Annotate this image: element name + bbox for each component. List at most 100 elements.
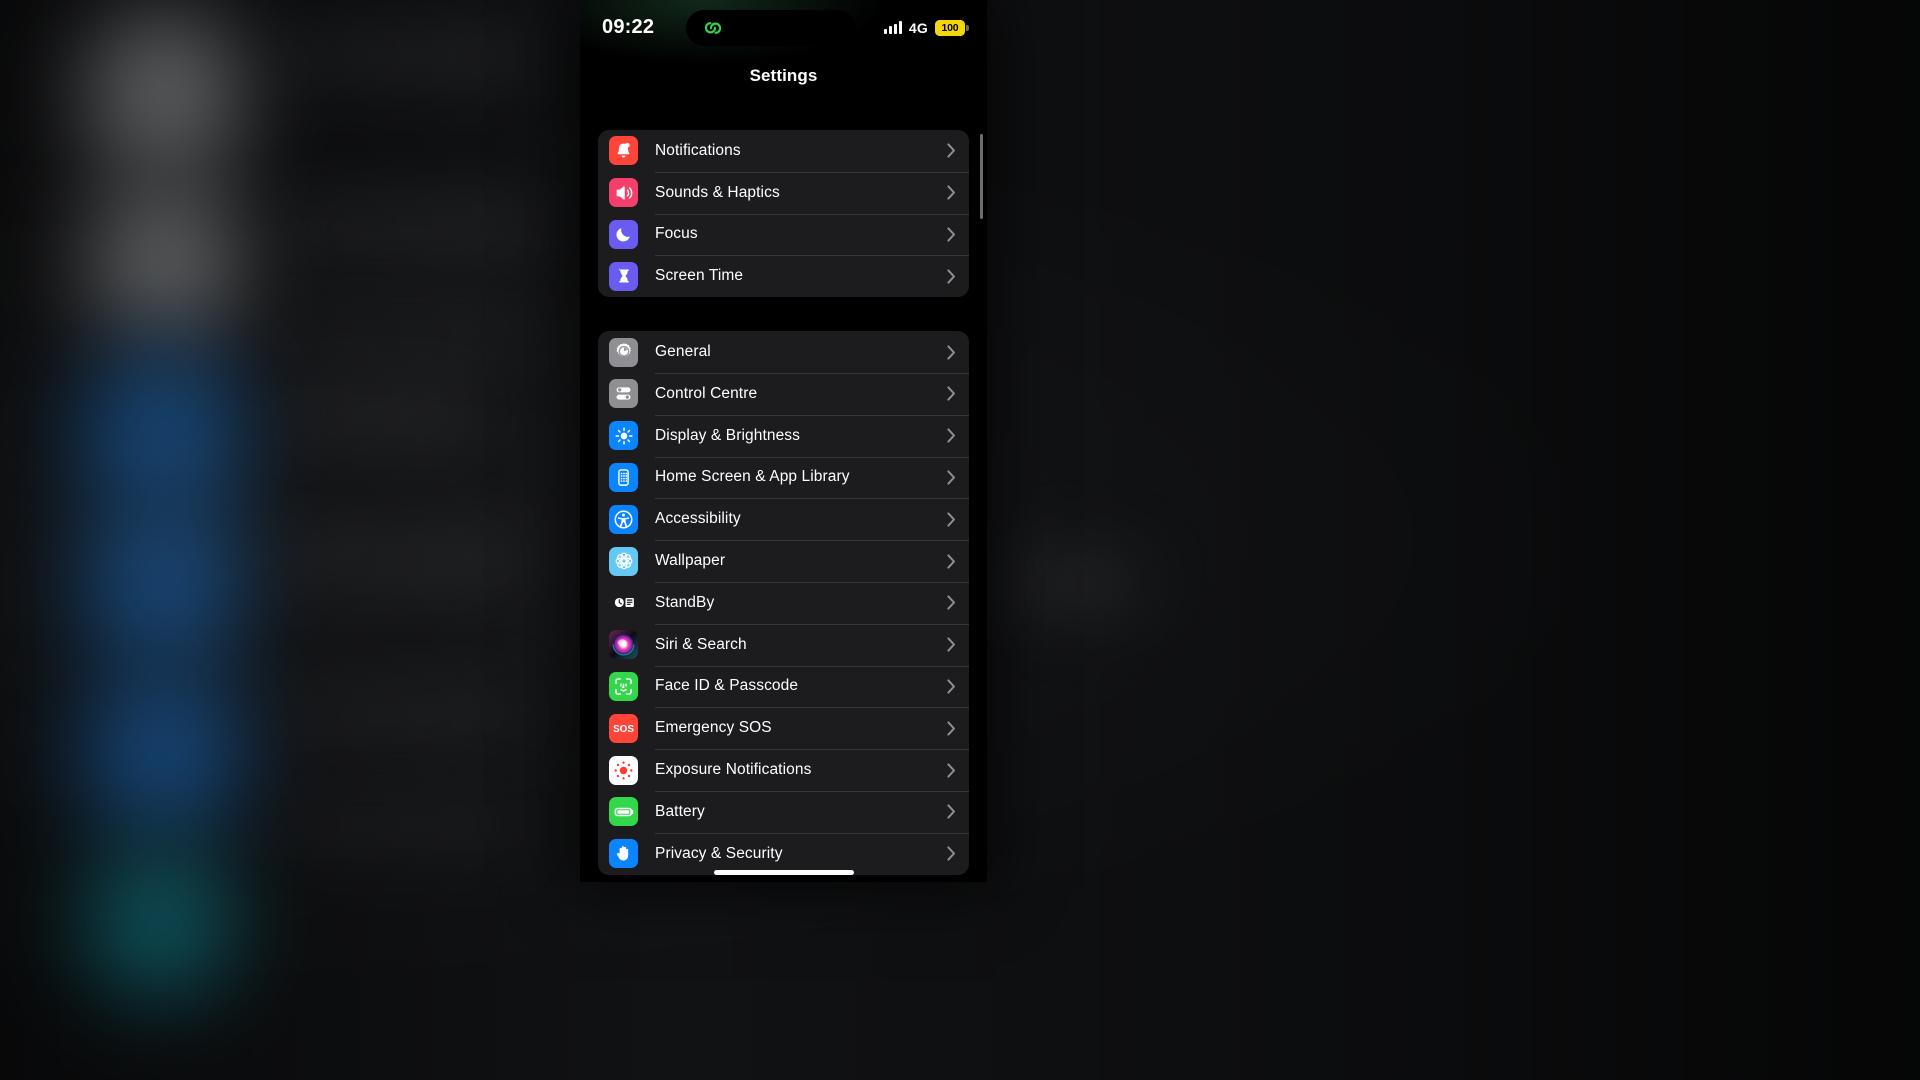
settings-row-label: Battery	[655, 802, 705, 820]
blurred-icon-blue-3	[72, 668, 240, 836]
battery-level-label: 100	[941, 21, 959, 34]
settings-group-system: General Control Centre Display & Brightn…	[598, 331, 969, 875]
chevron-right-icon	[947, 721, 956, 736]
navigation-bar: Settings	[580, 55, 987, 96]
siri-orb-icon	[609, 630, 638, 660]
home-indicator[interactable]	[713, 870, 854, 875]
settings-row-exposure-notifications[interactable]: Exposure Notifications	[598, 749, 969, 791]
page-title: Settings	[749, 65, 818, 85]
svg-text:SOS: SOS	[613, 724, 634, 735]
settings-row-face-id-and-passcode[interactable]: Face ID & Passcode	[598, 665, 969, 708]
blurred-label-5	[278, 545, 518, 575]
settings-row-display-and-brightness[interactable]: Display & Brightness	[598, 414, 969, 457]
chevron-right-icon	[947, 846, 956, 861]
dynamic-island[interactable]	[686, 9, 856, 46]
chevron-right-icon	[947, 804, 956, 819]
blurred-label-3	[278, 318, 526, 344]
blurred-label-4	[278, 398, 478, 430]
chevron-right-icon	[947, 344, 956, 360]
chevron-right-icon	[947, 227, 956, 242]
speaker-wave-icon	[609, 178, 638, 208]
settings-row-emergency-sos[interactable]: SOS Emergency SOS	[598, 707, 969, 749]
settings-row-label: Notifications	[655, 141, 741, 159]
settings-row-label: Focus	[655, 225, 698, 243]
gear-icon	[609, 337, 638, 367]
chevron-right-icon	[947, 512, 956, 527]
app-grid-phone-icon	[609, 462, 638, 492]
settings-row-label: Siri & Search	[655, 635, 747, 653]
hand-raised-icon	[609, 839, 638, 869]
status-bar-clock: 09:22	[602, 16, 655, 38]
blurred-label-6	[278, 700, 514, 730]
network-type-label: 4G	[908, 19, 928, 36]
settings-row-label: Emergency SOS	[655, 719, 772, 737]
settings-row-battery[interactable]: Battery	[598, 790, 969, 833]
settings-row-wallpaper[interactable]: Wallpaper	[598, 540, 969, 582]
chevron-right-icon	[947, 269, 956, 284]
battery-indicator: 100	[935, 19, 969, 36]
blurred-icon-gray-2	[78, 180, 238, 340]
scroll-indicator[interactable]	[979, 134, 983, 219]
sos-icon: SOS	[609, 713, 638, 743]
settings-row-siri-and-search[interactable]: Siri & Search	[598, 623, 969, 666]
settings-row-label: StandBy	[655, 593, 715, 611]
settings-row-label: Accessibility	[655, 510, 741, 528]
settings-scroll-area[interactable]: Notifications Sounds & Haptics Focus Screen…	[580, 96, 987, 882]
chevron-right-icon	[947, 386, 956, 401]
settings-row-notifications[interactable]: Notifications	[598, 130, 969, 172]
settings-row-label: Screen Time	[655, 267, 744, 285]
settings-row-label: Control Centre	[655, 384, 758, 402]
settings-row-label: Privacy & Security	[655, 844, 783, 862]
blurred-icon-blue-2	[72, 500, 240, 668]
chevron-right-icon	[947, 143, 956, 158]
hourglass-icon	[609, 261, 638, 291]
status-bar: 09:22 4G 100	[580, 0, 987, 55]
settings-group-primary: Notifications Sounds & Haptics Focus Screen…	[598, 130, 969, 298]
exposure-dot-icon	[609, 755, 638, 785]
blurred-label-1	[278, 40, 528, 74]
blurred-icon-teal-1	[78, 848, 228, 998]
settings-row-general[interactable]: General	[598, 331, 969, 373]
settings-row-control-centre[interactable]: Control Centre	[598, 372, 969, 415]
sun-icon	[609, 421, 638, 451]
settings-row-label: Home Screen & App Library	[655, 468, 850, 486]
link-activity-icon	[700, 15, 726, 41]
cellular-signal-icon	[883, 21, 902, 34]
settings-row-label: Wallpaper	[655, 552, 726, 570]
settings-row-label: Exposure Notifications	[655, 761, 812, 779]
blurred-label-7	[278, 810, 508, 838]
settings-row-privacy-and-security[interactable]: Privacy & Security	[598, 832, 969, 875]
settings-row-sounds-and-haptics[interactable]: Sounds & Haptics	[598, 171, 969, 214]
standby-clock-icon	[609, 588, 638, 618]
settings-row-label: Face ID & Passcode	[655, 677, 799, 695]
chevron-right-icon	[947, 185, 956, 200]
moon-icon	[609, 219, 638, 249]
chevron-right-icon	[947, 553, 956, 569]
blurred-icon-gray-1	[75, 10, 240, 175]
chevron-right-icon	[947, 470, 956, 485]
face-id-icon	[609, 671, 638, 701]
phone-mirror-window: 09:22 4G 100 Settings Notifications Sound…	[580, 0, 987, 882]
blurred-icon-blue-1	[72, 348, 240, 516]
chevron-right-icon	[947, 679, 956, 694]
accessibility-icon	[609, 504, 638, 534]
settings-row-focus[interactable]: Focus	[598, 213, 969, 256]
status-bar-indicators: 4G 100	[883, 19, 969, 36]
bell-icon	[609, 136, 638, 166]
settings-row-home-screen-and-app-library[interactable]: Home Screen & App Library	[598, 456, 969, 499]
settings-row-label: General	[655, 343, 711, 361]
chevron-right-icon	[947, 595, 956, 610]
chevron-right-icon	[947, 428, 956, 443]
settings-row-screen-time[interactable]: Screen Time	[598, 255, 969, 297]
settings-row-label: Display & Brightness	[655, 426, 801, 444]
settings-row-standby[interactable]: StandBy	[598, 581, 969, 624]
battery-icon	[609, 797, 638, 827]
settings-row-label: Sounds & Haptics	[655, 183, 780, 201]
toggles-icon	[609, 379, 638, 409]
blurred-panel-right	[1010, 555, 1140, 610]
flower-icon	[609, 546, 638, 576]
settings-row-accessibility[interactable]: Accessibility	[598, 498, 969, 540]
blurred-label-2	[278, 210, 536, 244]
chevron-right-icon	[947, 762, 956, 778]
chevron-right-icon	[947, 637, 956, 652]
